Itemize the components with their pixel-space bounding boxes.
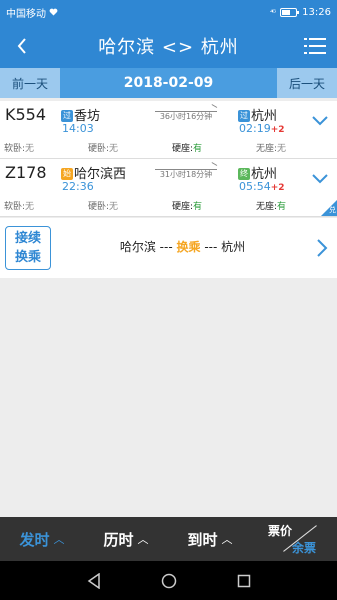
seat-hard-seat: 硬座:有 — [172, 199, 202, 212]
transfer-middle: 换乘 — [176, 240, 201, 254]
remaining-label: 余票 — [292, 541, 317, 555]
seat-value: 有 — [277, 202, 287, 212]
clock: 13:26 — [302, 6, 331, 18]
seat-value: 无 — [25, 144, 35, 154]
circle-home-icon — [161, 573, 176, 588]
seat-label: 硬卧: — [88, 202, 110, 212]
travel-duration: 31小时18分钟 — [155, 166, 217, 180]
chevron-down-icon[interactable] — [311, 111, 329, 129]
nav-bar: 哈尔滨 <> 杭州 — [0, 24, 337, 68]
selected-date[interactable]: 2018-02-09 — [60, 75, 277, 91]
exchange-corner-badge: 兑 — [321, 200, 337, 216]
sort-label: 到时 — [187, 530, 218, 549]
seat-label: 硬座: — [172, 144, 194, 154]
triangle-back-icon — [87, 572, 100, 589]
back-arrow-icon — [17, 38, 26, 54]
price-remaining-toggle[interactable]: 票价 余票 — [252, 517, 336, 561]
day-offset: +2 — [270, 125, 285, 135]
seat-value: 无 — [277, 144, 287, 154]
train-row[interactable]: K554 过香坊 14:03 36小时16分钟 过杭州 02:19+2 软卧:无… — [0, 101, 337, 159]
seat-label: 无座: — [256, 144, 278, 154]
carrier-group: 中国移动 — [6, 5, 58, 20]
sort-label: 发时 — [19, 530, 50, 549]
status-right: ⁴ᴳ 13:26 — [270, 7, 331, 18]
departure-time: 14:03 — [62, 122, 94, 135]
arrival-time-value: 05:54 — [239, 180, 271, 193]
prev-day-button[interactable]: 前一天 — [0, 68, 60, 98]
station-type-tag: 始 — [61, 168, 73, 180]
duration-arrow-icon — [155, 108, 217, 112]
seat-label: 软卧: — [4, 202, 26, 212]
sort-label: 历时 — [103, 530, 134, 549]
square-recents-icon — [237, 574, 250, 587]
system-home-button[interactable] — [159, 571, 179, 591]
transfer-badge: 接续 换乘 — [5, 226, 51, 270]
station-type-tag: 终 — [238, 168, 250, 180]
seat-hard-seat: 硬座:有 — [172, 141, 202, 154]
seat-label: 无座: — [256, 202, 278, 212]
battery-icon — [280, 7, 300, 17]
seat-label: 硬卧: — [88, 144, 110, 154]
chevron-down-icon[interactable] — [311, 169, 329, 187]
heart-icon — [49, 8, 58, 16]
list-menu-icon — [304, 38, 326, 54]
status-bar: 中国移动 ⁴ᴳ 13:26 — [0, 0, 337, 24]
seat-hard-sleeper: 硬卧:无 — [88, 199, 118, 212]
station-type-tag: 过 — [61, 110, 73, 122]
arrival-time-value: 02:19 — [239, 122, 271, 135]
duration-text: 31小时18分钟 — [159, 170, 213, 179]
seat-standing: 无座:有 — [256, 199, 286, 212]
chevron-up-icon: ︿ — [137, 533, 149, 546]
transfer-route: 哈尔滨 --- 换乘 --- 杭州 — [60, 238, 305, 255]
transfer-from: 哈尔滨 --- — [119, 240, 173, 254]
seat-value: 无 — [25, 202, 35, 212]
sort-by-departure-button[interactable]: 发时 ︿ — [0, 517, 84, 561]
train-row[interactable]: Z178 始哈尔滨西 22:36 31小时18分钟 终杭州 05:54+2 软卧… — [0, 159, 337, 217]
system-back-button[interactable] — [84, 571, 104, 591]
seat-value: 有 — [193, 144, 203, 154]
seat-label: 硬座: — [172, 202, 194, 212]
price-label: 票价 — [268, 524, 293, 538]
transfer-row[interactable]: 接续 换乘 哈尔滨 --- 换乘 --- 杭州 — [0, 218, 337, 278]
seat-soft-sleeper: 软卧:无 — [4, 141, 34, 154]
sort-by-arrival-button[interactable]: 到时 ︿ — [168, 517, 252, 561]
transfer-badge-line1: 接续 — [14, 231, 41, 246]
arrival-time: 02:19+2 — [239, 122, 285, 135]
carrier-label: 中国移动 — [6, 8, 46, 20]
train-number: Z178 — [5, 163, 47, 182]
arrival-time: 05:54+2 — [239, 180, 285, 193]
seat-value: 无 — [109, 144, 119, 154]
chevron-up-icon: ︿ — [221, 533, 233, 546]
menu-button[interactable] — [293, 24, 337, 68]
chevron-up-icon: ︿ — [53, 533, 65, 546]
system-navigation-bar — [0, 561, 337, 600]
seat-label: 软卧: — [4, 144, 26, 154]
chevron-right-icon[interactable] — [315, 238, 329, 258]
back-button[interactable] — [0, 24, 44, 68]
seat-standing: 无座:无 — [256, 141, 286, 154]
travel-duration: 36小时16分钟 — [155, 108, 217, 122]
departure-time: 22:36 — [62, 180, 94, 193]
next-day-button[interactable]: 后一天 — [277, 68, 337, 98]
duration-text: 36小时16分钟 — [159, 112, 213, 121]
seat-value: 无 — [109, 202, 119, 212]
day-offset: +2 — [270, 183, 285, 193]
sort-by-duration-button[interactable]: 历时 ︿ — [84, 517, 168, 561]
seat-hard-sleeper: 硬卧:无 — [88, 141, 118, 154]
transfer-badge-line2: 换乘 — [14, 250, 41, 265]
train-number: K554 — [5, 105, 47, 124]
exchange-badge-label: 兑 — [329, 206, 336, 214]
station-type-tag: 过 — [238, 110, 250, 122]
date-bar: 前一天 2018-02-09 后一天 — [0, 68, 337, 98]
signal-icon: ⁴ᴳ — [270, 7, 276, 17]
seat-soft-sleeper: 软卧:无 — [4, 199, 34, 212]
duration-arrow-icon — [155, 166, 217, 170]
sort-bar: 发时 ︿ 历时 ︿ 到时 ︿ 票价 余票 — [0, 517, 337, 561]
page-title: 哈尔滨 <> 杭州 — [98, 37, 239, 58]
transfer-to: --- 杭州 — [204, 240, 246, 254]
system-recents-button[interactable] — [234, 571, 254, 591]
seat-value: 有 — [193, 202, 203, 212]
